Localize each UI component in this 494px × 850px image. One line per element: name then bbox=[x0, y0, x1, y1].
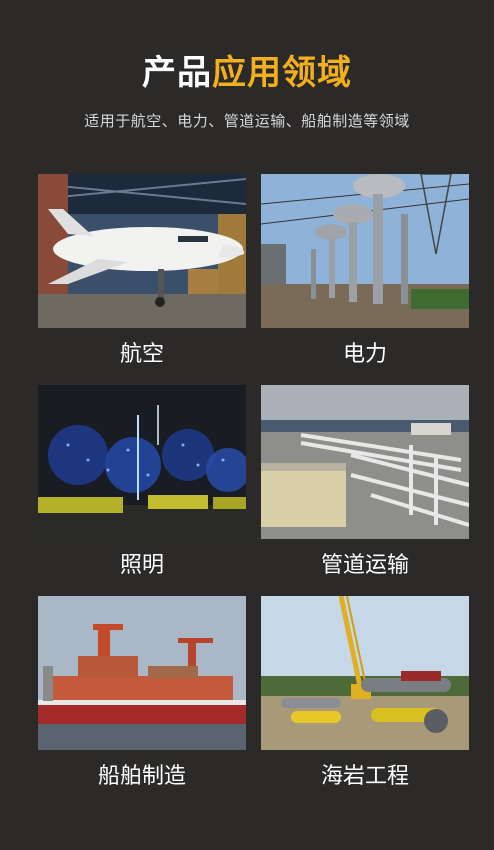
title-part-white: 产品 bbox=[142, 53, 212, 93]
power-substation-photo bbox=[261, 174, 469, 328]
field-card-pipeline: 管道运输 bbox=[261, 385, 469, 581]
field-label-pipeline: 管道运输 bbox=[320, 553, 409, 578]
shipyard-photo bbox=[38, 596, 246, 750]
pipeline-photo bbox=[261, 385, 469, 539]
field-card-power: 电力 bbox=[261, 174, 469, 370]
field-card-offshore: 海岩工程 bbox=[261, 596, 469, 792]
field-label-shipbuilding: 船舶制造 bbox=[97, 764, 186, 789]
offshore-engineering-photo bbox=[261, 596, 469, 750]
field-label-power: 电力 bbox=[342, 342, 387, 367]
night-lighting-photo bbox=[38, 385, 246, 539]
field-card-lighting: 照明 bbox=[38, 385, 246, 581]
title-part-accent: 应用领域 bbox=[212, 53, 352, 93]
page-subtitle: 适用于航空、电力、管道运输、船舶制造等领域 bbox=[84, 112, 410, 130]
page-title: 产品应用领域 bbox=[0, 50, 494, 96]
field-label-aviation: 航空 bbox=[119, 342, 164, 367]
field-card-aviation: 航空 bbox=[38, 174, 246, 370]
field-label-lighting: 照明 bbox=[119, 553, 164, 578]
field-card-shipbuilding: 船舶制造 bbox=[38, 596, 246, 792]
field-label-offshore: 海岩工程 bbox=[320, 764, 409, 789]
aircraft-hangar-photo bbox=[38, 174, 246, 328]
